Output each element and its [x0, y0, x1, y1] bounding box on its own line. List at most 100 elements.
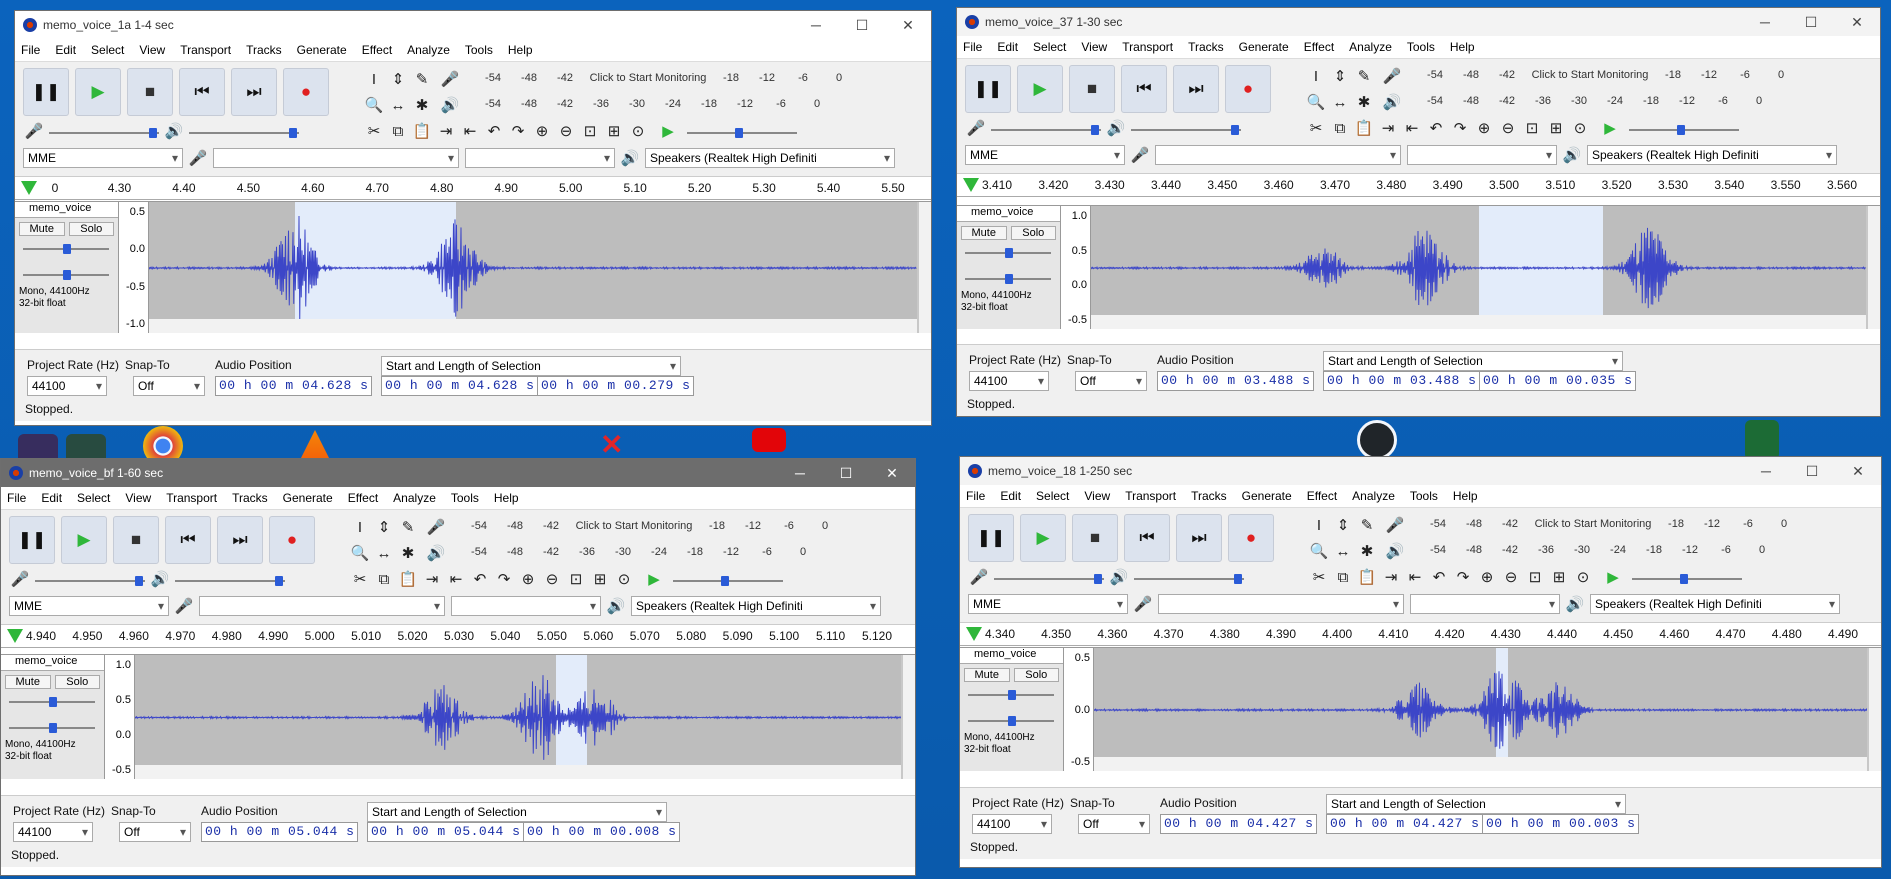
solo-button[interactable]: Solo	[68, 222, 114, 236]
record-meter-icon[interactable]: 🎤	[425, 516, 447, 538]
menu-edit[interactable]: Edit	[41, 491, 62, 505]
paste-icon[interactable]: 📋	[1353, 117, 1375, 139]
playback-meter-scale[interactable]: -54 -48 -42 -36 -30 -24 -18 -12 -6 0	[461, 546, 821, 558]
pause-button[interactable]: ❚❚	[965, 65, 1011, 113]
horizontal-scrollbar[interactable]	[1094, 757, 1867, 771]
selection-tool-icon[interactable]: I	[1308, 514, 1330, 536]
track-name[interactable]: memo_voice	[15, 202, 118, 218]
meter-monitor-label[interactable]: Click to Start Monitoring	[583, 72, 713, 84]
playback-meter-icon[interactable]: 🔊	[425, 542, 447, 564]
playback-volume-slider[interactable]	[1131, 125, 1241, 135]
stop-button[interactable]: ■	[113, 516, 159, 564]
menu-view[interactable]: View	[1081, 40, 1107, 54]
menu-select[interactable]: Select	[1033, 40, 1066, 54]
menu-analyze[interactable]: Analyze	[1349, 40, 1392, 54]
zoom-tool-icon[interactable]: 🔍	[363, 94, 385, 116]
slider-knob[interactable]	[1094, 574, 1102, 584]
slider-knob[interactable]	[135, 576, 143, 586]
slider-knob[interactable]	[289, 128, 297, 138]
menu-file[interactable]: File	[7, 491, 26, 505]
envelope-tool-icon[interactable]: ⇕	[387, 68, 409, 90]
multi-tool-icon[interactable]: ✱	[397, 542, 419, 564]
play-button[interactable]: ▶	[75, 68, 121, 116]
slider-knob[interactable]	[1008, 716, 1016, 726]
zoom-tool-icon[interactable]: 🔍	[1308, 540, 1330, 562]
skip-end-button[interactable]: ⏭	[1173, 65, 1219, 113]
audio-host-select[interactable]: MME	[23, 148, 183, 168]
fit-project-icon[interactable]: ⊞	[1548, 566, 1570, 588]
minimize-button[interactable]: ─	[793, 17, 839, 33]
cut-icon[interactable]: ✂	[349, 568, 371, 590]
menu-file[interactable]: File	[21, 43, 40, 57]
mute-button[interactable]: Mute	[964, 668, 1010, 682]
audacity-window-2[interactable]: memo_voice_37 1-30 sec ─ ☐ ✕ File Edit Select…	[956, 7, 1881, 417]
playback-device-select[interactable]: Speakers (Realtek High Definiti	[1587, 145, 1837, 165]
audacity-window-1[interactable]: memo_voice_1a 1-4 sec ─ ☐ ✕ File Edit Select V…	[14, 10, 932, 426]
title-bar[interactable]: memo_voice_bf 1-60 sec ─ ☐ ✕	[1, 459, 915, 487]
audio-host-select[interactable]: MME	[9, 596, 169, 616]
menu-effect[interactable]: Effect	[362, 43, 392, 57]
playback-volume-slider[interactable]	[175, 576, 285, 586]
skip-start-button[interactable]: ⏮	[1121, 65, 1167, 113]
record-volume-slider[interactable]	[994, 574, 1104, 584]
playback-device-select[interactable]: Speakers (Realtek High Definiti	[645, 148, 895, 168]
menu-file[interactable]: File	[963, 40, 982, 54]
audio-track[interactable]: memo_voice Mute Solo Mono, 44100Hz 32-bit fl…	[957, 205, 1880, 329]
fit-project-icon[interactable]: ⊞	[589, 568, 611, 590]
zoom-out-icon[interactable]: ⊖	[1497, 117, 1519, 139]
channels-select[interactable]	[451, 596, 601, 616]
menu-generate[interactable]: Generate	[297, 43, 347, 57]
play-button[interactable]: ▶	[1020, 514, 1066, 562]
pan-slider[interactable]	[968, 716, 1054, 726]
trim-icon[interactable]: ⇥	[435, 120, 457, 142]
selection-tool-icon[interactable]: I	[349, 516, 371, 538]
timeshift-tool-icon[interactable]: ↔	[387, 94, 409, 116]
record-volume-slider[interactable]	[991, 125, 1101, 135]
undo-icon[interactable]: ↶	[1428, 566, 1450, 588]
slider-knob[interactable]	[49, 723, 57, 733]
menu-tools[interactable]: Tools	[465, 43, 493, 57]
redo-icon[interactable]: ↷	[507, 120, 529, 142]
slider-knob[interactable]	[63, 244, 71, 254]
close-button[interactable]: ✕	[869, 465, 915, 482]
stop-button[interactable]: ■	[1069, 65, 1115, 113]
slider-knob[interactable]	[49, 697, 57, 707]
slider-knob[interactable]	[1091, 125, 1099, 135]
record-meter-scale[interactable]: -54 -48 -42 Click to Start Monitoring -18 -12…	[1417, 69, 1799, 81]
zoom-tool-icon[interactable]: 🔍	[349, 542, 371, 564]
menu-help[interactable]: Help	[508, 43, 533, 57]
timeline-ruler[interactable]: 0 4.30 4.40 4.50 4.60 4.70 4.80 4.90 5.00 5.10 5.2…	[15, 176, 931, 200]
playback-device-select[interactable]: Speakers (Realtek High Definiti	[1590, 594, 1840, 614]
menu-view[interactable]: View	[1084, 489, 1110, 503]
audio-host-select[interactable]: MME	[968, 594, 1128, 614]
record-meter-icon[interactable]: 🎤	[439, 68, 461, 90]
menu-help[interactable]: Help	[1453, 489, 1478, 503]
snap-to-select[interactable]: Off	[133, 376, 205, 396]
audio-position-field[interactable]: 00 h 00 m 04.427 s	[1160, 814, 1318, 834]
record-volume-slider[interactable]	[35, 576, 145, 586]
redo-icon[interactable]: ↷	[1449, 117, 1471, 139]
waveform-area[interactable]	[149, 202, 917, 333]
recording-device-select[interactable]	[1155, 145, 1401, 165]
waveform-area[interactable]	[1091, 206, 1866, 329]
title-bar[interactable]: memo_voice_37 1-30 sec ─ ☐ ✕	[957, 8, 1880, 36]
vertical-scrollbar[interactable]	[1868, 206, 1880, 329]
cut-icon[interactable]: ✂	[363, 120, 385, 142]
menu-help[interactable]: Help	[1450, 40, 1475, 54]
pan-slider[interactable]	[965, 274, 1051, 284]
menu-tools[interactable]: Tools	[451, 491, 479, 505]
waveform-area[interactable]	[135, 655, 901, 779]
slider-knob[interactable]	[735, 128, 743, 138]
play-button[interactable]: ▶	[1017, 65, 1063, 113]
zoom-out-icon[interactable]: ⊖	[1500, 566, 1522, 588]
skip-end-button[interactable]: ⏭	[217, 516, 263, 564]
menu-tracks[interactable]: Tracks	[1188, 40, 1224, 54]
slider-knob[interactable]	[721, 576, 729, 586]
zoom-in-icon[interactable]: ⊕	[1476, 566, 1498, 588]
close-button[interactable]: ✕	[1834, 14, 1880, 31]
menu-tracks[interactable]: Tracks	[1191, 489, 1227, 503]
draw-tool-icon[interactable]: ✎	[397, 516, 419, 538]
selection-start-field[interactable]: 00 h 00 m 03.488 s	[1323, 371, 1481, 391]
envelope-tool-icon[interactable]: ⇕	[1332, 514, 1354, 536]
audio-host-select[interactable]: MME	[965, 145, 1125, 165]
